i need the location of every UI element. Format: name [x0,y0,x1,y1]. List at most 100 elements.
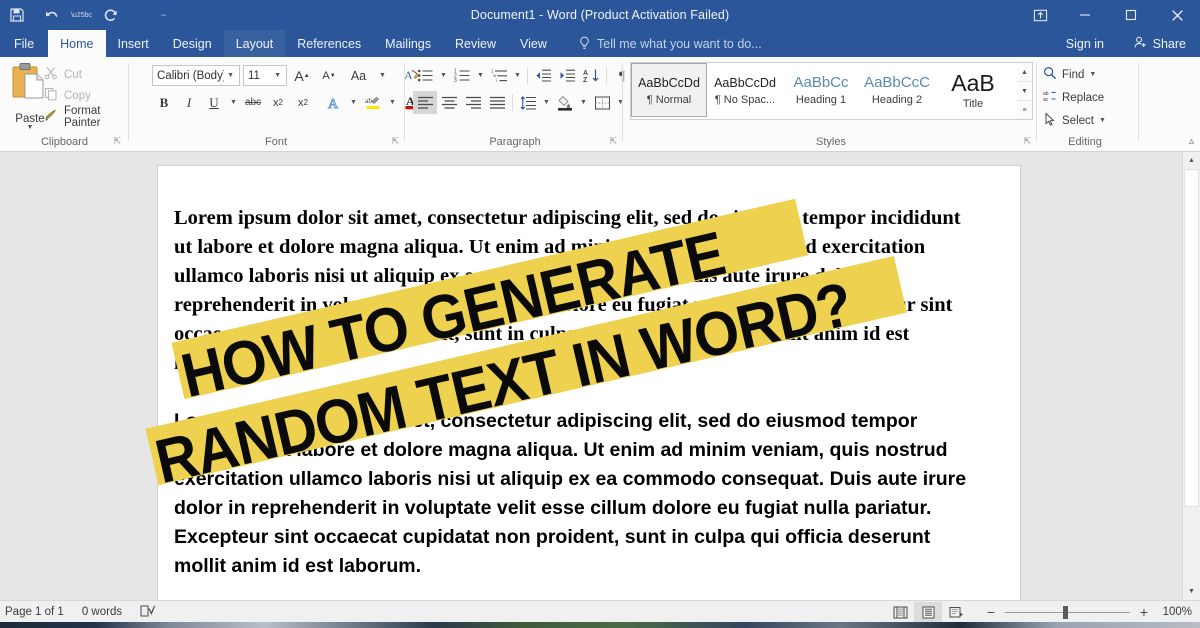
clipboard-dialog-launcher[interactable]: ⇱ [113,136,121,147]
zoom-level[interactable]: 100% [1158,606,1192,618]
page-indicator[interactable]: Page 1 of 1 [5,606,64,618]
shrink-font-button[interactable]: A▼ [317,64,341,87]
zoom-in-button[interactable]: + [1137,606,1151,618]
sort-icon[interactable]: AZ [579,64,603,87]
tell-me-search[interactable]: Tell me what you want to do... [578,30,762,57]
document-paragraph-1[interactable]: Lorem ipsum dolor sit amet, consectetur … [174,204,974,378]
cut-label: Cut [64,69,82,81]
tab-view[interactable]: View [508,30,559,57]
change-case-button[interactable]: Aa [344,64,373,87]
sign-in-button[interactable]: Sign in [1066,30,1104,57]
svg-text:ab: ab [365,96,372,105]
cut-button[interactable]: Cut [44,64,130,85]
decrease-indent-icon[interactable] [531,64,555,87]
shading-icon[interactable] [553,91,577,114]
document-page[interactable]: Lorem ipsum dolor sit amet, consectetur … [158,166,1020,600]
style-sample: AaBbCcDd [638,75,700,91]
bullets-dropdown-icon[interactable]: ▼ [437,64,450,87]
paste-dropdown-icon[interactable]: ▼ [27,125,34,131]
multilevel-dropdown-icon[interactable]: ▼ [511,64,524,87]
justify-icon[interactable] [485,91,509,114]
tab-mailings[interactable]: Mailings [373,30,443,57]
bullets-icon[interactable] [413,64,437,87]
zoom-out-button[interactable]: − [984,606,998,618]
font-dialog-launcher[interactable]: ⇱ [391,136,399,147]
align-left-icon[interactable] [413,91,437,114]
scroll-down-icon[interactable]: ▼ [1183,583,1200,600]
find-dropdown-icon[interactable]: ▼ [1089,71,1096,78]
share-button[interactable]: Share [1127,30,1192,57]
line-spacing-icon[interactable] [516,91,540,114]
paragraph-dialog-launcher[interactable]: ⇱ [609,136,617,147]
font-size-value: 11 [248,70,271,82]
collapse-ribbon-icon[interactable]: ▵ [1189,136,1194,147]
underline-button[interactable]: U [202,91,226,114]
style-item-heading-1[interactable]: AaBbCc Heading 1 [783,63,859,117]
copy-button[interactable]: Copy [44,85,130,106]
style-item-no-spacing[interactable]: AaBbCcDd ¶ No Spac... [707,63,783,117]
zoom-slider-thumb[interactable] [1063,606,1068,619]
increase-indent-icon[interactable] [555,64,579,87]
read-mode-icon[interactable] [886,602,914,622]
text-effects-dropdown-icon[interactable]: ▼ [347,91,360,114]
align-center-icon[interactable] [437,91,461,114]
grow-font-button[interactable]: A▲ [290,64,314,87]
select-button[interactable]: Select ▼ [1043,109,1106,132]
numbering-dropdown-icon[interactable]: ▼ [474,64,487,87]
styles-scroll-up-icon[interactable]: ▲ [1017,63,1032,82]
styles-scroll-down-icon[interactable]: ▼ [1017,82,1032,101]
tab-insert[interactable]: Insert [106,30,161,57]
word-count[interactable]: 0 words [82,606,122,618]
scroll-up-icon[interactable]: ▲ [1183,152,1200,169]
scrollbar-thumb[interactable] [1184,169,1199,507]
shading-dropdown-icon[interactable]: ▼ [577,91,590,114]
text-effects-button[interactable]: A [322,91,346,114]
line-spacing-dropdown-icon[interactable]: ▼ [540,91,553,114]
change-case-dropdown-icon[interactable]: ▼ [376,64,389,87]
restore-icon[interactable] [1108,0,1154,30]
proofing-errors-icon[interactable] [140,604,156,621]
web-layout-icon[interactable] [942,602,970,622]
numbering-icon[interactable]: 123 [450,64,474,87]
italic-button[interactable]: I [177,91,201,114]
font-size-combo[interactable]: 11 ▼ [243,65,287,86]
styles-more-icon[interactable]: ≡ [1017,101,1032,119]
find-button[interactable]: Find ▼ [1043,63,1106,86]
print-layout-icon[interactable] [914,602,942,622]
font-name-combo[interactable]: Calibri (Body) ▼ [152,65,240,86]
strikethrough-button[interactable]: abc [241,91,265,114]
close-icon[interactable] [1154,0,1200,30]
minimize-icon[interactable] [1062,0,1108,30]
tab-references[interactable]: References [285,30,373,57]
styles-dialog-launcher[interactable]: ⇱ [1023,136,1031,147]
align-right-icon[interactable] [461,91,485,114]
replace-button[interactable]: abac Replace [1043,86,1106,109]
text-highlight-color-button[interactable]: ab [361,91,385,114]
svg-text:3: 3 [454,78,457,83]
multilevel-list-icon[interactable]: 1ai [487,64,511,87]
ribbon-options-icon[interactable] [1018,0,1062,30]
subscript-button[interactable]: x2 [266,91,290,114]
bold-button[interactable]: B [152,91,176,114]
select-dropdown-icon[interactable]: ▼ [1099,117,1106,124]
style-item-title[interactable]: AaB Title [935,63,1011,117]
borders-icon[interactable] [590,91,614,114]
zoom-slider[interactable] [1005,612,1130,613]
desktop-taskbar-strip [0,622,1200,628]
tab-file[interactable]: File [0,30,48,57]
vertical-scrollbar[interactable]: ▲ ▼ [1182,152,1200,600]
style-item-normal[interactable]: AaBbCcDd ¶ Normal [631,63,707,117]
superscript-button[interactable]: x2 [291,91,315,114]
document-paragraph-2[interactable]: Lorem ipsum dolor sit amet, consectetur … [174,407,974,581]
document-area[interactable]: Lorem ipsum dolor sit amet, consectetur … [0,152,1200,600]
share-person-icon [1133,35,1148,53]
tab-review[interactable]: Review [443,30,508,57]
text-highlight-dropdown-icon[interactable]: ▼ [386,91,399,114]
tab-design[interactable]: Design [161,30,224,57]
underline-dropdown-icon[interactable]: ▼ [227,91,240,114]
format-painter-button[interactable]: Format Painter [44,106,130,127]
select-cursor-icon [1043,112,1057,129]
tab-layout[interactable]: Layout [224,30,286,57]
tab-home[interactable]: Home [48,30,105,57]
style-item-heading-2[interactable]: AaBbCcC Heading 2 [859,63,935,117]
